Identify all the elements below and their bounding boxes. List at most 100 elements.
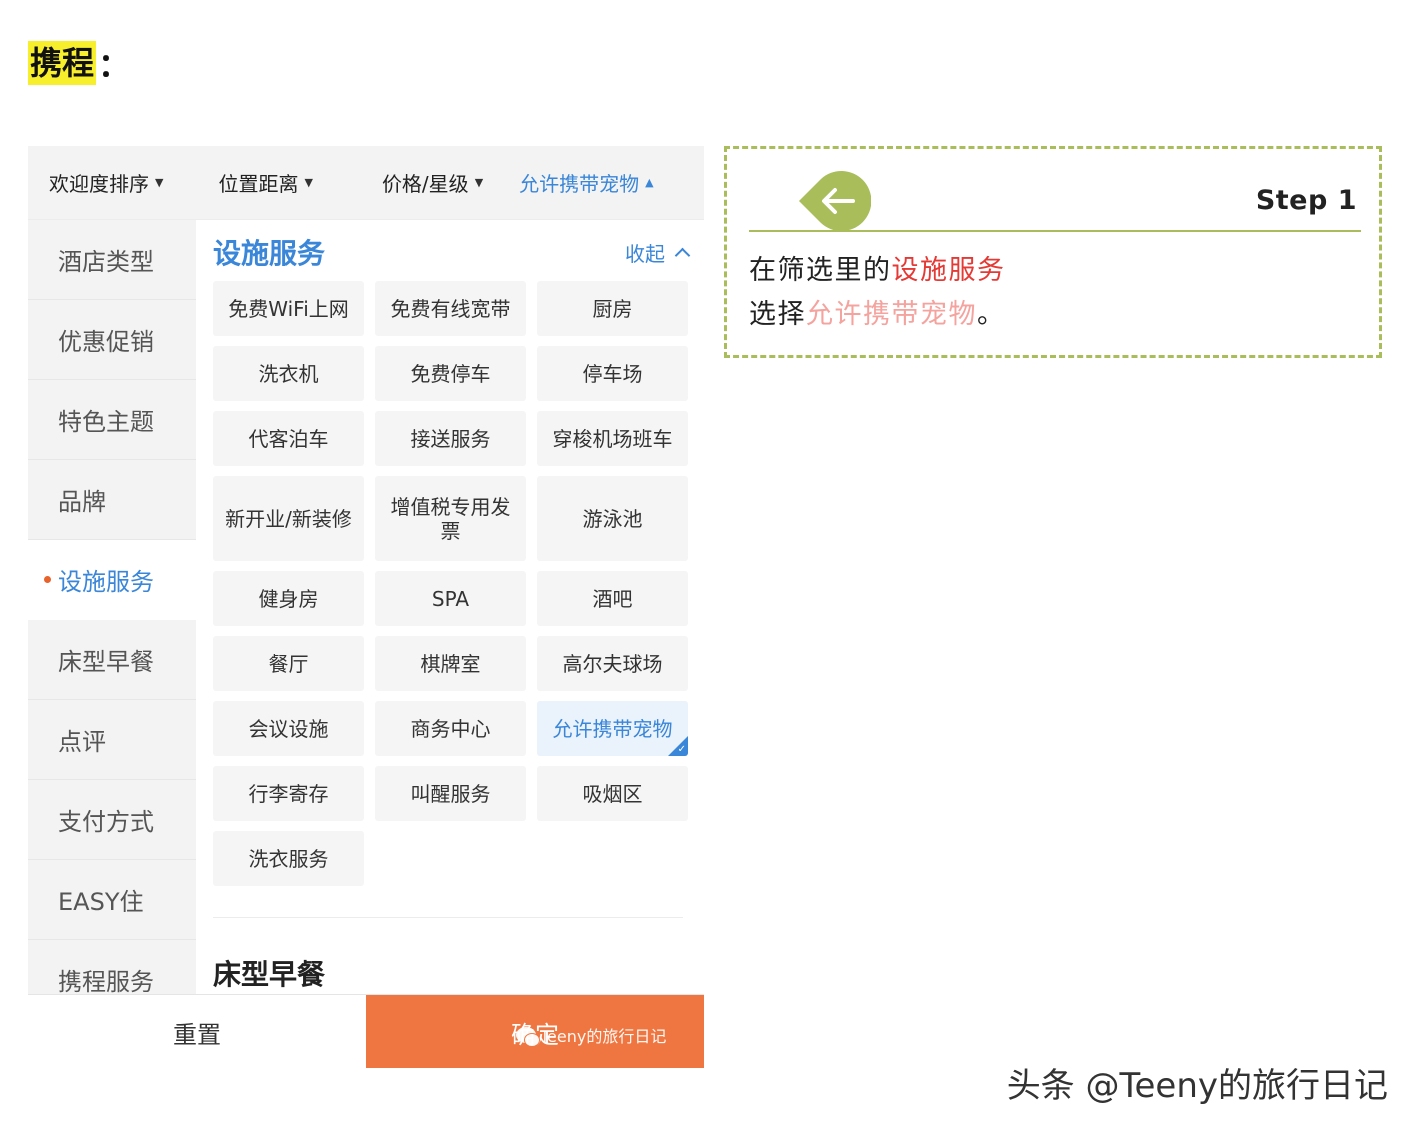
facility-label: 增值税专用发票 xyxy=(390,494,511,543)
facility-label: 免费WiFi上网 xyxy=(228,296,349,321)
nav-item-bed-breakfast[interactable]: 床型早餐 xyxy=(28,620,196,700)
facility-option[interactable]: 免费有线宽带 xyxy=(375,281,526,336)
sort-pets-allowed[interactable]: 允许携带宠物 ▲ xyxy=(519,168,653,197)
facility-option[interactable]: 厨房 xyxy=(537,281,688,336)
facility-label: 免费有线宽带 xyxy=(390,296,511,321)
facility-option[interactable]: 高尔夫球场 xyxy=(537,636,688,691)
collapse-button[interactable]: 收起 xyxy=(625,238,691,267)
facility-option[interactable]: 健身房 xyxy=(213,571,364,626)
facility-option[interactable]: 酒吧 xyxy=(537,571,688,626)
nav-item-label: 支付方式 xyxy=(58,808,154,836)
caret-down-icon: ▼ xyxy=(304,176,313,189)
facility-label: 行李寄存 xyxy=(248,781,329,806)
facility-label: 允许携带宠物 xyxy=(552,716,673,741)
facility-option[interactable]: 接送服务 xyxy=(375,411,526,466)
facility-label: 洗衣机 xyxy=(258,361,319,386)
facility-label: 洗衣服务 xyxy=(248,846,329,871)
nav-item-easy-stay[interactable]: EASY住 xyxy=(28,860,196,940)
nav-item-brand[interactable]: 品牌 xyxy=(28,460,196,540)
confirm-button[interactable]: 确定 Teeny的旅行日记 xyxy=(366,995,704,1068)
wechat-icon xyxy=(516,1027,540,1047)
nav-item-label: 床型早餐 xyxy=(58,648,154,676)
active-dot-icon xyxy=(44,576,51,583)
heading-highlight: 携程 xyxy=(28,41,97,85)
facility-label: 厨房 xyxy=(592,296,633,321)
filter-category-nav: 酒店类型 优惠促销 特色主题 品牌 设施服务 床型早餐 点评 支付方式 EASY… xyxy=(28,220,196,1020)
facility-option[interactable]: 游泳池 xyxy=(537,476,688,561)
facility-option[interactable]: 餐厅 xyxy=(213,636,364,691)
facility-option[interactable]: 吸烟区 xyxy=(537,766,688,821)
nav-item-label: EASY住 xyxy=(58,888,144,916)
facility-option[interactable]: 免费WiFi上网 xyxy=(213,281,364,336)
nav-item-payment[interactable]: 支付方式 xyxy=(28,780,196,860)
facility-label: 棋牌室 xyxy=(420,651,481,676)
facility-option[interactable]: 商务中心 xyxy=(375,701,526,756)
facility-label: 商务中心 xyxy=(410,716,491,741)
callout-divider xyxy=(749,230,1361,232)
sort-bar: 欢迎度排序 ▼ 位置距离 ▼ 价格/星级 ▼ 允许携带宠物 ▲ xyxy=(28,146,704,220)
facility-label: 游泳池 xyxy=(582,506,643,531)
page-heading: 携程： xyxy=(28,40,130,86)
watermark-overlay: Teeny的旅行日记 xyxy=(516,1023,666,1047)
next-section-title: 床型早餐 xyxy=(213,958,326,991)
facility-label: 停车场 xyxy=(582,361,643,386)
facility-option[interactable]: 洗衣机 xyxy=(213,346,364,401)
facility-label: 叫醒服务 xyxy=(410,781,491,806)
sort-price-label: 价格/星级 xyxy=(381,172,469,196)
instruction-highlight: 设施服务 xyxy=(891,255,1006,286)
facility-option[interactable]: 会议设施 xyxy=(213,701,364,756)
facility-option[interactable]: 增值税专用发票 xyxy=(375,476,526,561)
app-screenshot: 欢迎度排序 ▼ 位置距离 ▼ 价格/星级 ▼ 允许携带宠物 ▲ 酒店类型 优惠促销 特色… xyxy=(28,146,704,1068)
facility-option[interactable]: SPA xyxy=(375,571,526,626)
sort-location[interactable]: 位置距离 ▼ xyxy=(218,168,312,197)
facility-option[interactable]: 棋牌室 xyxy=(375,636,526,691)
facility-label: 吸烟区 xyxy=(582,781,643,806)
sort-popularity[interactable]: 欢迎度排序 ▼ xyxy=(49,168,163,197)
facility-option[interactable]: 叫醒服务 xyxy=(375,766,526,821)
instruction-text: 选择 xyxy=(749,299,806,330)
facility-label: 健身房 xyxy=(258,586,319,611)
nav-item-themes[interactable]: 特色主题 xyxy=(28,380,196,460)
nav-item-label: 携程服务 xyxy=(58,968,154,996)
sort-popularity-label: 欢迎度排序 xyxy=(49,172,149,196)
nav-item-reviews[interactable]: 点评 xyxy=(28,700,196,780)
nav-item-facilities[interactable]: 设施服务 xyxy=(28,540,196,620)
facility-label: 会议设施 xyxy=(248,716,329,741)
facility-options-grid: 免费WiFi上网 免费有线宽带 厨房 洗衣机 免费停车 停车场 代客泊车 接送服… xyxy=(213,281,689,886)
chevron-up-icon xyxy=(674,247,691,264)
nav-item-label: 设施服务 xyxy=(58,568,154,596)
facility-option[interactable]: 穿梭机场班车 xyxy=(537,411,688,466)
reset-button[interactable]: 重置 xyxy=(28,995,366,1068)
facility-option[interactable]: 停车场 xyxy=(537,346,688,401)
step-label: Step 1 xyxy=(1255,185,1357,216)
collapse-label: 收起 xyxy=(625,242,665,266)
instruction-line-2: 选择允许携带宠物。 xyxy=(749,293,1006,337)
facility-option[interactable]: 免费停车 xyxy=(375,346,526,401)
section-divider xyxy=(213,917,683,918)
facility-option[interactable]: 代客泊车 xyxy=(213,411,364,466)
nav-item-label: 酒店类型 xyxy=(58,248,154,276)
facility-label: 免费停车 xyxy=(410,361,491,386)
nav-item-label: 点评 xyxy=(58,728,106,756)
facility-label: SPA xyxy=(431,586,470,611)
facility-option[interactable]: 新开业/新装修 xyxy=(213,476,364,561)
reset-label: 重置 xyxy=(173,1020,221,1049)
instruction-line-1: 在筛选里的设施服务 xyxy=(749,249,1006,293)
sort-price[interactable]: 价格/星级 ▼ xyxy=(382,168,483,197)
nav-item-label: 特色主题 xyxy=(58,408,154,436)
instruction-text: 在筛选里的 xyxy=(749,255,892,286)
facility-label: 穿梭机场班车 xyxy=(552,426,673,451)
facility-option[interactable]: 行李寄存 xyxy=(213,766,364,821)
nav-item-promotions[interactable]: 优惠促销 xyxy=(28,300,196,380)
facility-option-selected[interactable]: 允许携带宠物 ✓ xyxy=(537,701,688,756)
filter-content-panel: 设施服务 收起 免费WiFi上网 免费有线宽带 厨房 洗衣机 免费停车 停车场 … xyxy=(196,220,704,994)
facility-label: 酒吧 xyxy=(592,586,633,611)
facility-option[interactable]: 洗衣服务 xyxy=(213,831,364,886)
sort-pets-label: 允许携带宠物 xyxy=(519,172,640,196)
facility-label: 新开业/新装修 xyxy=(225,506,352,531)
nav-item-hotel-type[interactable]: 酒店类型 xyxy=(28,220,196,300)
callout-instructions: 在筛选里的设施服务 选择允许携带宠物。 xyxy=(749,249,1006,337)
caret-down-icon: ▼ xyxy=(155,176,164,189)
sort-location-label: 位置距离 xyxy=(218,172,299,196)
facility-label: 高尔夫球场 xyxy=(562,651,663,676)
